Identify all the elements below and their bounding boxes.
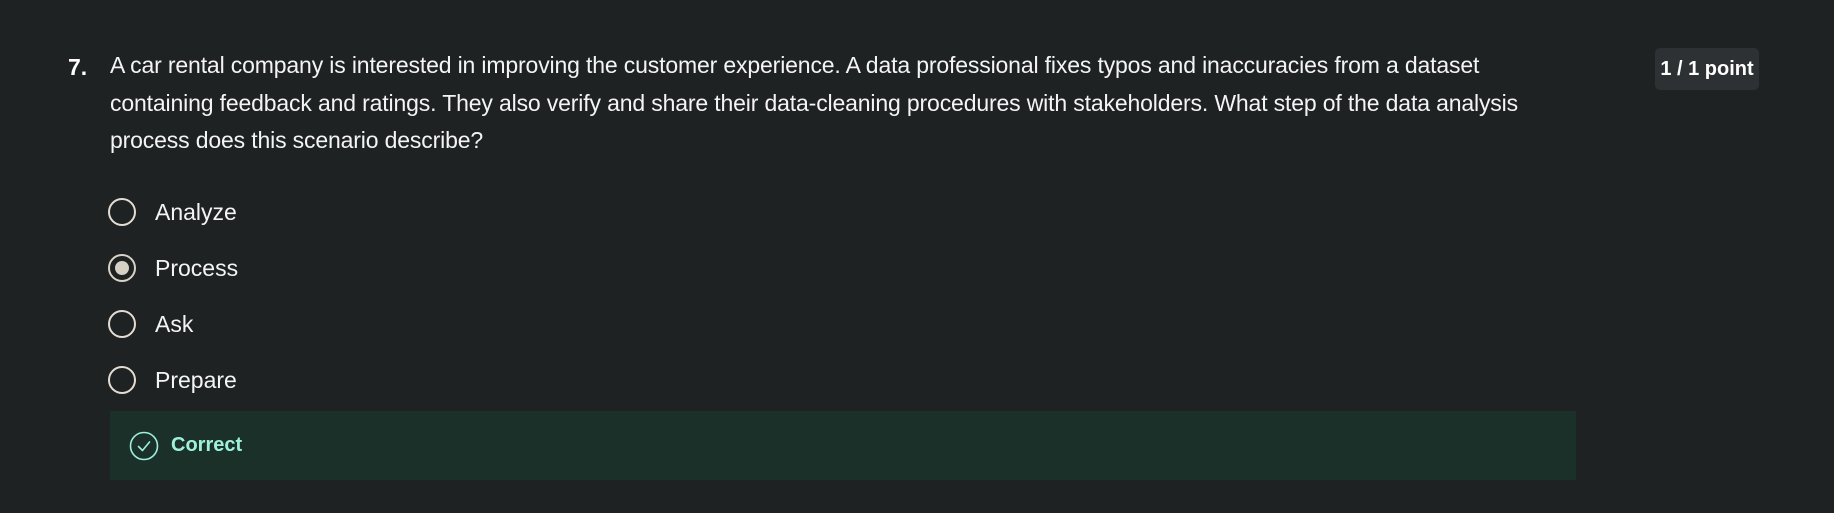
feedback-banner: Correct [110, 411, 1576, 480]
question-text: A car rental company is interested in im… [110, 52, 1518, 153]
radio-button[interactable] [108, 366, 136, 394]
option-label: Analyze [155, 198, 237, 225]
option-label: Process [155, 254, 239, 281]
quiz-question: 7. A car rental company is interested in… [0, 0, 1834, 513]
radio-button-selected[interactable] [108, 254, 136, 282]
option-process[interactable]: Process [108, 240, 238, 296]
radio-button[interactable] [108, 310, 136, 338]
option-label: Prepare [155, 366, 237, 393]
option-analyze[interactable]: Analyze [108, 184, 238, 240]
option-prepare[interactable]: Prepare [108, 352, 238, 408]
feedback-label: Correct [171, 434, 243, 456]
check-circle-icon [129, 431, 159, 460]
option-label: Ask [155, 310, 194, 337]
option-ask[interactable]: Ask [108, 296, 238, 352]
points-badge: 1 / 1 point [1655, 48, 1759, 90]
radio-button[interactable] [108, 198, 136, 226]
answer-options: Analyze Process Ask Prepare [108, 184, 238, 408]
question-number: 7. [68, 54, 88, 80]
